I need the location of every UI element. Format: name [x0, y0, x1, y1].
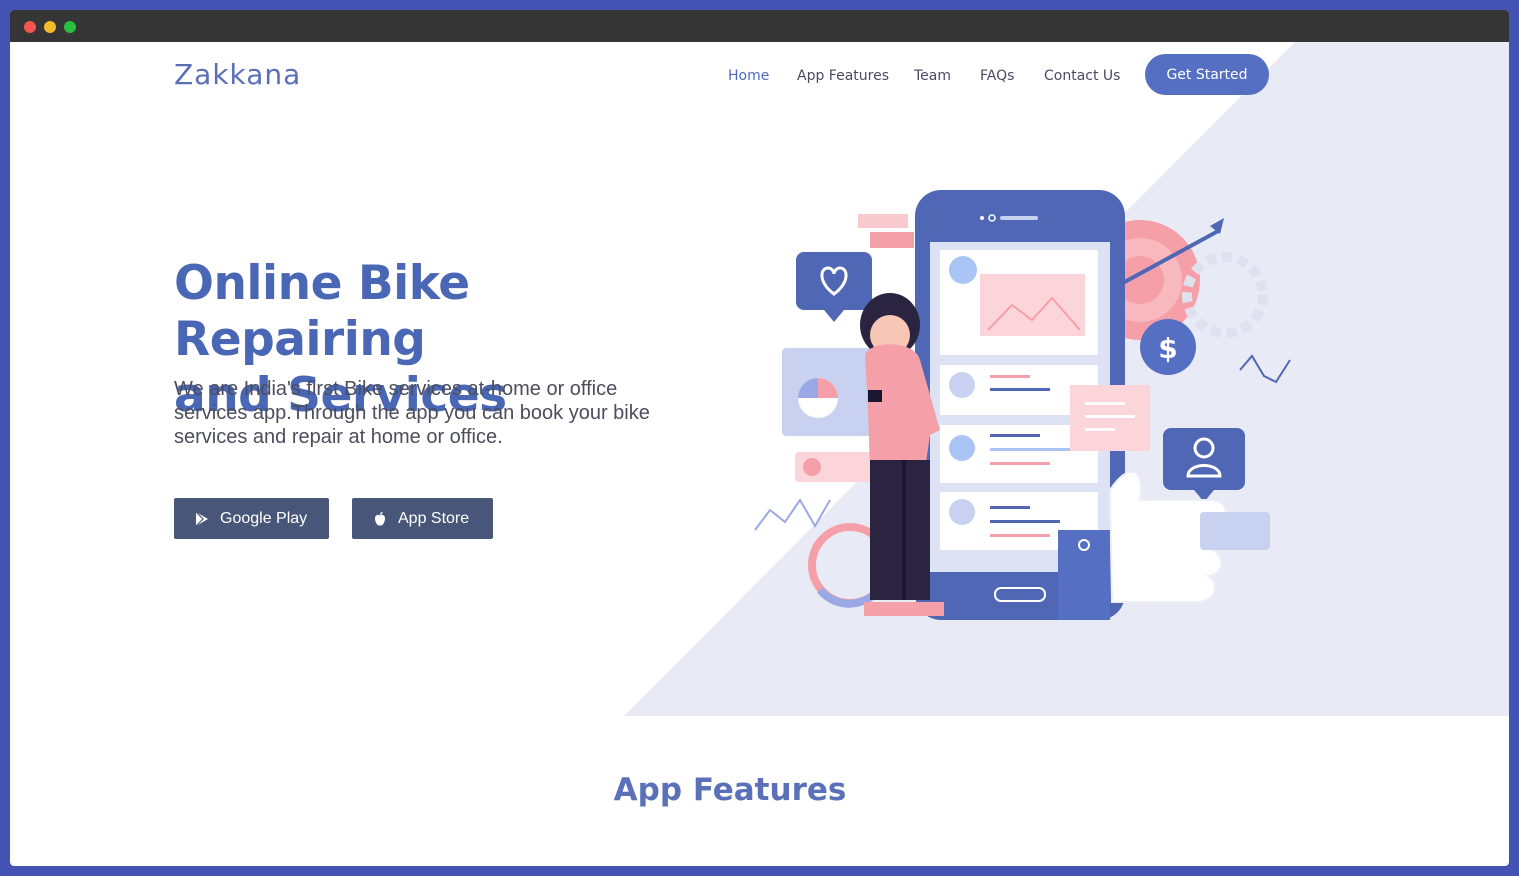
gear-icon — [1182, 252, 1268, 338]
get-started-button[interactable]: Get Started — [1145, 54, 1269, 95]
apple-icon — [375, 511, 385, 526]
dollar-badge: $ — [1140, 319, 1196, 375]
hero-subtitle-line-1: We are India's first Bike services at-ho… — [174, 378, 618, 400]
hero-subtitle-line-3: services and repair at home or office. — [174, 426, 503, 448]
user-bubble — [1163, 428, 1245, 502]
browser-window: Zakkana Home App Features Team FAQs Cont… — [10, 10, 1509, 866]
maximize-window-dot[interactable] — [64, 21, 76, 33]
nav-home[interactable]: Home — [728, 68, 769, 84]
hero-subtitle-line-2: services app.Through the app you can boo… — [174, 402, 650, 424]
nav-app-features[interactable]: App Features — [797, 68, 889, 84]
app-store-button[interactable]: App Store — [352, 498, 493, 539]
app-features-section-title: App Features — [613, 772, 847, 808]
hero-illustration: $ — [754, 190, 1291, 620]
hero-subtitle: We are India's first Bike services at-ho… — [174, 377, 694, 449]
app-store-label: App Store — [398, 509, 470, 527]
nav-team[interactable]: Team — [914, 68, 951, 84]
brand-logo[interactable]: Zakkana — [174, 58, 301, 91]
heart-bubble — [796, 252, 872, 322]
nav-faqs[interactable]: FAQs — [980, 68, 1014, 84]
google-play-label: Google Play — [220, 509, 308, 527]
close-window-dot[interactable] — [24, 21, 36, 33]
hero-title-line-1: Online Bike Repairing — [174, 256, 470, 367]
window-titlebar — [10, 10, 1509, 42]
nav-contact-us[interactable]: Contact Us — [1044, 68, 1120, 84]
google-play-button[interactable]: Google Play — [174, 498, 329, 539]
dollar-icon: $ — [1158, 332, 1177, 365]
minimize-window-dot[interactable] — [44, 21, 56, 33]
google-play-icon — [195, 511, 208, 526]
